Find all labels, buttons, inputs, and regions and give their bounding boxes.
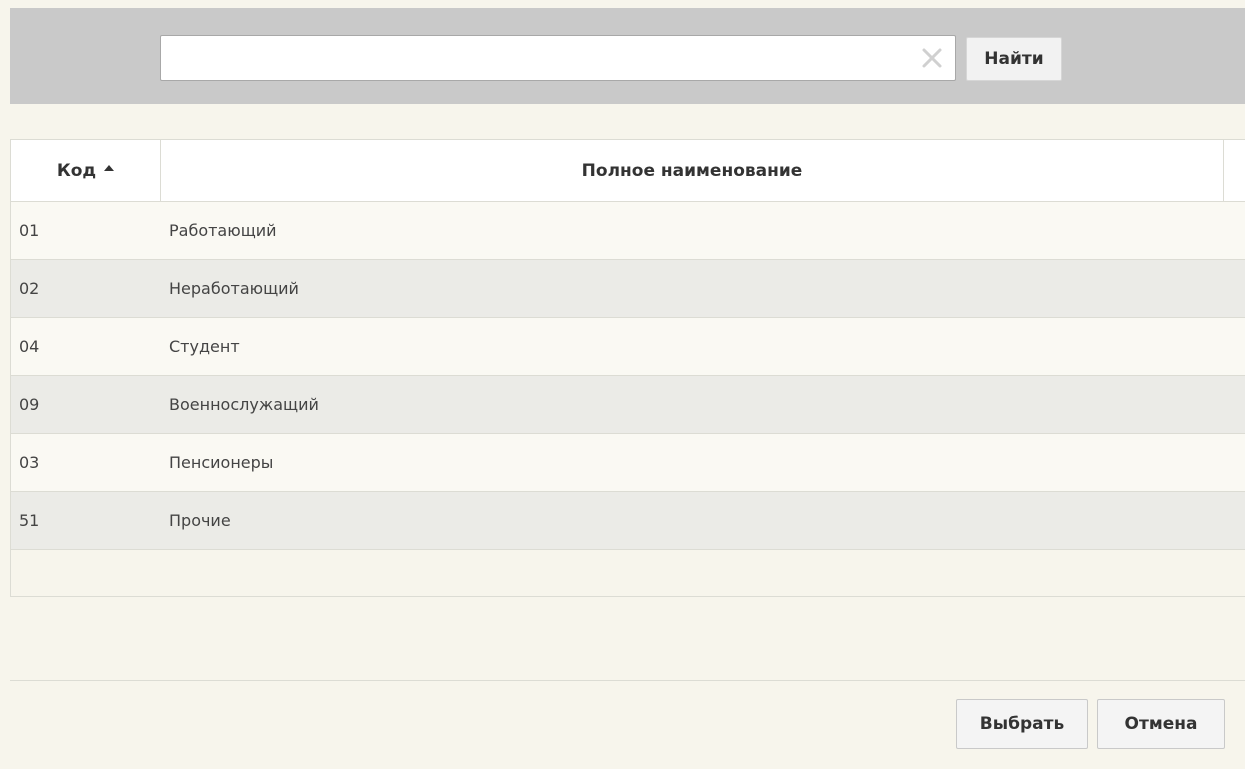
select-button[interactable]: Выбрать xyxy=(956,699,1088,749)
row-name: Неработающий xyxy=(169,279,299,298)
search-bar: Найти xyxy=(10,8,1245,104)
row-name: Прочие xyxy=(169,511,231,530)
row-name: Пенсионеры xyxy=(169,453,274,472)
dialog-top-strip xyxy=(10,0,1245,8)
table-row[interactable]: 01 Работающий xyxy=(11,202,1245,260)
column-header-full-name-label: Полное наименование xyxy=(581,160,803,181)
row-name: Студент xyxy=(169,337,240,356)
clear-x-glyph xyxy=(922,48,942,68)
row-code: 51 xyxy=(19,511,40,530)
grid-header: Код Полное наименование xyxy=(11,139,1245,202)
sort-ascending-icon xyxy=(104,164,115,171)
table-row[interactable]: 09 Военнослужащий xyxy=(11,376,1245,434)
column-header-code-label: Код xyxy=(56,160,97,181)
row-code: 04 xyxy=(19,337,40,356)
row-code: 09 xyxy=(19,395,40,414)
close-icon[interactable] xyxy=(919,45,945,71)
results-grid: Код Полное наименование 01 Работающий 02… xyxy=(10,139,1245,597)
table-row[interactable]: 03 Пенсионеры xyxy=(11,434,1245,492)
cancel-button[interactable]: Отмена xyxy=(1097,699,1225,749)
column-header-code[interactable]: Код xyxy=(11,140,161,201)
find-button[interactable]: Найти xyxy=(966,37,1062,81)
table-row[interactable]: 02 Неработающий xyxy=(11,260,1245,318)
footer-divider xyxy=(10,680,1245,681)
row-name: Военнослужащий xyxy=(169,395,319,414)
table-row[interactable]: 04 Студент xyxy=(11,318,1245,376)
row-code: 01 xyxy=(19,221,40,240)
search-field[interactable] xyxy=(160,35,956,81)
grid-rows: 01 Работающий 02 Неработающий 04 Студент… xyxy=(11,202,1245,550)
table-row[interactable]: 51 Прочие xyxy=(11,492,1245,550)
row-code: 03 xyxy=(19,453,40,472)
row-name: Работающий xyxy=(169,221,277,240)
select-dialog: Найти Код Полное наименование 01 Работаю… xyxy=(0,0,1245,769)
search-input[interactable] xyxy=(161,36,901,80)
column-header-full-name[interactable]: Полное наименование xyxy=(161,140,1224,201)
row-code: 02 xyxy=(19,279,40,298)
